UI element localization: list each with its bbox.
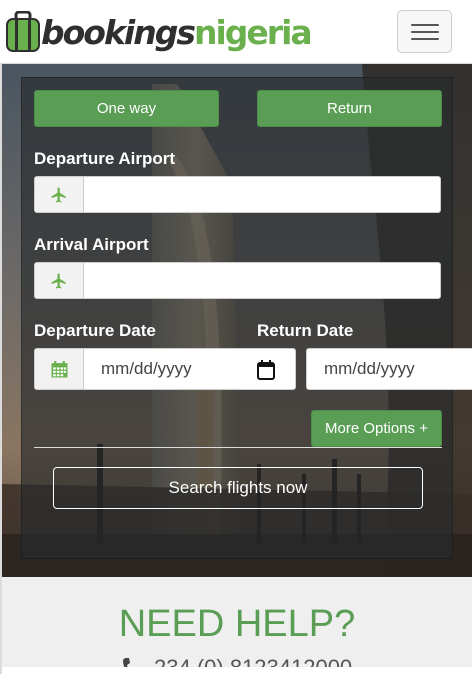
site-header: bookingsnigeria <box>0 0 472 64</box>
calendar-picker-icon[interactable] <box>257 360 275 380</box>
help-phone-number[interactable]: 234 (0) 8123412000 <box>154 655 352 667</box>
arrival-airport-input[interactable] <box>84 263 440 298</box>
departure-airport-input[interactable] <box>84 177 440 212</box>
one-way-button[interactable]: One way <box>34 90 219 127</box>
hero-section: One way Return Departure Airport Arrival… <box>2 64 472 577</box>
logo-text: bookingsnigeria <box>41 12 313 52</box>
form-divider <box>34 447 442 448</box>
help-section: NEED HELP? 234 (0) 8123412000 <box>2 577 472 667</box>
return-button[interactable]: Return <box>257 90 442 127</box>
brand-logo[interactable]: bookingsnigeria <box>6 8 313 56</box>
plane-icon <box>51 187 66 202</box>
calendar-icon <box>51 360 67 377</box>
arrival-airport-field[interactable] <box>34 262 441 299</box>
plane-icon <box>51 273 66 288</box>
hamburger-icon <box>411 24 439 26</box>
suitcase-logo-icon <box>6 11 40 52</box>
help-title: NEED HELP? <box>118 603 356 645</box>
arrival-airport-label: Arrival Airport <box>34 235 149 254</box>
return-date-label: Return Date <box>257 321 354 340</box>
return-date-input[interactable]: mm/dd/yyyy <box>307 349 472 389</box>
search-flights-button[interactable]: Search flights now <box>53 467 423 509</box>
help-phone[interactable]: 234 (0) 8123412000 <box>122 655 352 667</box>
navbar-toggle-button[interactable] <box>397 10 452 53</box>
phone-icon <box>123 658 130 667</box>
flight-search-panel: One way Return Departure Airport Arrival… <box>21 77 472 559</box>
departure-airport-field[interactable] <box>34 176 441 213</box>
more-options-button[interactable]: More Options + <box>311 410 442 447</box>
departure-date-field[interactable]: mm/dd/yyyy <box>34 348 296 390</box>
departure-airport-label: Departure Airport <box>34 149 176 168</box>
departure-date-label: Departure Date <box>34 321 156 340</box>
return-date-field[interactable]: mm/dd/yyyy <box>306 348 472 390</box>
